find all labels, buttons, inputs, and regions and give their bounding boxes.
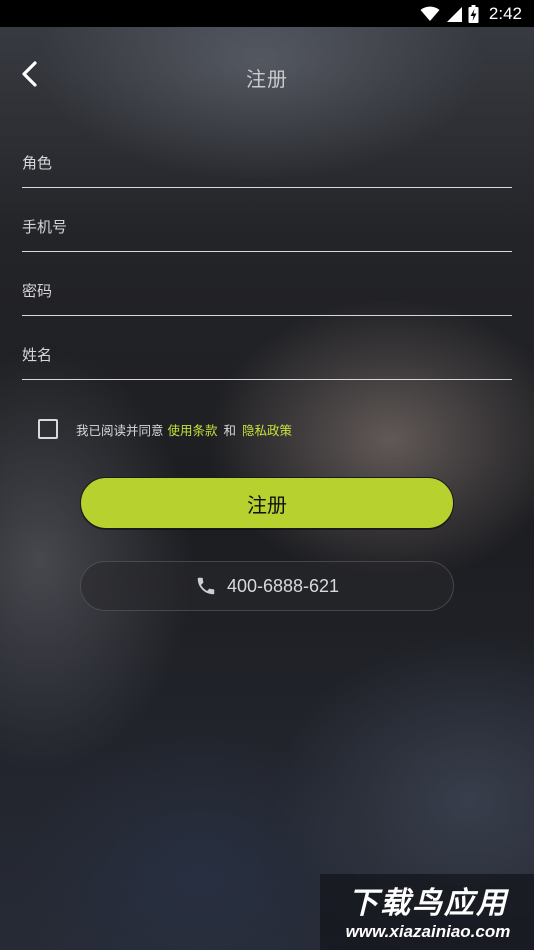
password-input[interactable] <box>22 276 512 306</box>
register-button-label: 注册 <box>247 492 287 517</box>
watermark-url: www.xiazainiao.com <box>345 922 511 941</box>
phone-icon <box>195 575 217 597</box>
agreement-row: 我已阅读并同意 使用条款 和 隐私政策 <box>38 418 298 440</box>
role-field[interactable] <box>22 138 512 188</box>
battery-charging-icon <box>468 4 479 23</box>
watermark-title: 下载鸟应用 <box>348 886 508 921</box>
name-input[interactable] <box>22 340 512 370</box>
status-time: 2:42 <box>488 3 522 23</box>
watermark-logo: 下载鸟应用 www.xiazainiao.com <box>320 874 534 950</box>
name-field[interactable] <box>22 330 512 380</box>
header: 注册 <box>0 27 534 123</box>
wifi-icon <box>420 6 440 22</box>
call-hotline-button[interactable]: 400-6888-621 <box>80 561 454 611</box>
role-input[interactable] <box>22 148 512 178</box>
agreement-and: 和 <box>223 422 237 438</box>
status-bar: 2:42 <box>0 0 534 27</box>
page-title: 注册 <box>246 67 288 91</box>
phone-input[interactable] <box>22 212 512 242</box>
privacy-link[interactable]: 隐私政策 <box>242 420 292 439</box>
agree-checkbox[interactable] <box>38 419 58 439</box>
phone-field[interactable] <box>22 202 512 252</box>
hotline-number: 400-6888-621 <box>226 575 340 596</box>
password-field[interactable] <box>22 266 512 316</box>
register-button[interactable]: 注册 <box>80 477 454 529</box>
signal-icon <box>446 6 462 22</box>
terms-link[interactable]: 使用条款 <box>168 420 218 439</box>
agreement-prefix: 我已阅读并同意 <box>76 422 164 438</box>
